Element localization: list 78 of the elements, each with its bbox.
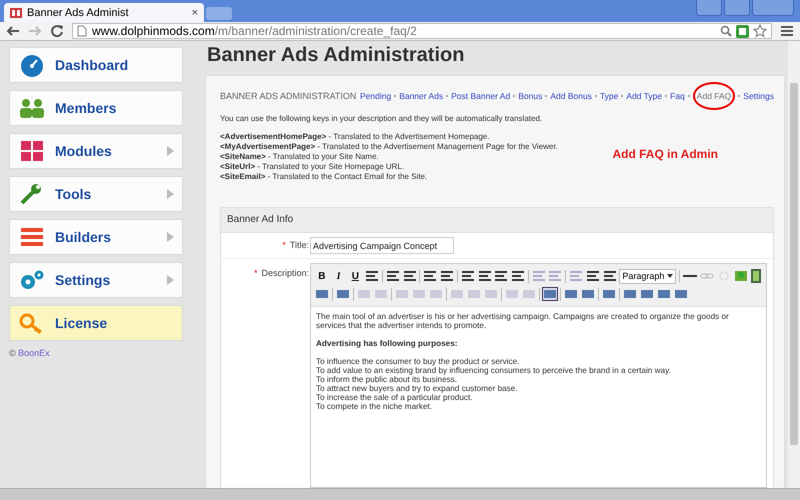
sidebar-label: Tools [55, 186, 92, 202]
tab-title: Banner Ads Administ [27, 6, 130, 18]
required-mark: * [254, 268, 258, 278]
back-icon[interactable] [6, 25, 20, 37]
caret-icon [667, 274, 674, 278]
key-description: <SiteEmail> - Translated to the Contact Email for the Site. [220, 172, 428, 182]
zoom-icon[interactable] [720, 25, 732, 37]
sidebar-item[interactable]: License [9, 305, 183, 341]
copyright-sign: © [9, 348, 16, 358]
key-description: <SiteName> - Translated to your Site Name. [220, 152, 380, 162]
star-icon[interactable] [753, 24, 767, 38]
maximize-button[interactable] [724, 0, 750, 16]
sidebar-item[interactable]: Members [9, 90, 183, 126]
image-icon[interactable] [734, 270, 748, 282]
people-icon [18, 96, 46, 120]
editor-paragraph: The main tool of an advertiser is his or her advertising campaign. Campaigns are created to organize the goods or services that the advertiser intends to promote. [316, 312, 730, 330]
nav-link[interactable]: Pending [360, 91, 392, 101]
title-label: Title: [290, 240, 309, 250]
sidebar-item[interactable]: Tools [9, 176, 183, 212]
nav-link[interactable]: Settings [743, 91, 774, 101]
key-description: <SiteUrl> - Translated to your Site Homepage URL. [220, 162, 406, 172]
reload-icon[interactable] [50, 24, 64, 38]
vertical-scrollbar[interactable] [788, 41, 800, 488]
required-mark: * [282, 240, 286, 250]
film-icon[interactable] [750, 269, 762, 283]
sidebar-item[interactable]: Modules [9, 133, 183, 169]
section-header: Banner Ad Info [221, 208, 773, 233]
menu-icon[interactable] [780, 25, 794, 37]
nav-link[interactable]: Banner Ads [399, 91, 444, 101]
sidebar-label: Modules [55, 143, 113, 159]
gauge-icon [18, 53, 46, 77]
nav-link[interactable]: Add Type [626, 91, 662, 101]
browser-tab[interactable]: Banner Ads Administ × [4, 3, 204, 22]
page-title: Banner Ads Administration [206, 43, 466, 68]
key-description: <AdvertisementHomePage> - Translated to the Advertisement Homepage. [220, 132, 490, 142]
nav-link[interactable]: Bonus [518, 91, 542, 101]
sidebar-label: License [55, 315, 108, 331]
copyright-link[interactable]: BoonEx [18, 348, 50, 358]
window-close-button[interactable] [752, 0, 794, 16]
panel-heading: BANNER ADS ADMINISTRATION [220, 91, 356, 101]
editor-line: To influence the consumer to buy the product or service. [316, 357, 520, 366]
editor-line: To compete in the niche market. [316, 402, 434, 411]
sidebar-item[interactable]: Builders [9, 219, 183, 255]
nav-link[interactable]: Add Bonus [550, 91, 592, 101]
tab-close-button[interactable]: × [192, 6, 198, 18]
nav-link[interactable]: Faq [670, 91, 685, 101]
editor-line: To add value to an existing brand by influencing consumers to perceive the brand in a certain way. [316, 366, 672, 375]
editor-line: To attract new buyers and try to expand customer base. [316, 384, 519, 393]
italic-button[interactable]: I [332, 270, 346, 282]
title-input[interactable]: Advertising Campaign Concept [310, 237, 454, 254]
sidebar-label: Members [55, 100, 118, 116]
editor-heading: Advertising has following purposes: [316, 339, 458, 348]
page-icon [77, 25, 87, 37]
bold-button[interactable]: B [315, 270, 329, 282]
sidebar-label: Builders [55, 229, 112, 245]
sidebar-label: Settings [55, 272, 112, 288]
underline-button[interactable]: U [348, 270, 362, 282]
address-field[interactable]: www.dolphinmods.com/m/banner/administration/create_faq/2 [72, 23, 772, 39]
format-dropdown[interactable]: Paragraph [619, 268, 676, 284]
key-description: <MyAdvertisementPage> - Translated to the Advertisement Management Page for the Viewer. [220, 142, 559, 152]
rich-text-editor[interactable] [310, 263, 767, 488]
annotation-text: Add FAQ in Admin [612, 147, 718, 163]
bars-icon [18, 225, 46, 249]
horizontal-scrollbar[interactable] [0, 488, 800, 500]
nav-link[interactable]: Type [600, 91, 618, 101]
sidebar-label: Dashboard [55, 57, 130, 73]
sidebar-item[interactable]: Settings [9, 262, 183, 298]
editor-line: To increase the sale of a particular product. [316, 393, 474, 402]
gears-icon [18, 268, 46, 292]
sidebar-item[interactable]: Dashboard [9, 47, 183, 83]
nav-link[interactable]: Add FAQ [692, 82, 736, 110]
nav-link[interactable]: Post Banner Ad [451, 91, 510, 101]
minimize-button[interactable] [696, 0, 722, 16]
description-label: Description: [261, 268, 309, 278]
intro-text: You can use the following keys in your description and they will be automatically translated. [220, 114, 544, 123]
site-favicon-icon [10, 6, 22, 18]
extension-icon[interactable] [736, 24, 749, 38]
editor-line: To inform the public about its business. [316, 375, 458, 384]
